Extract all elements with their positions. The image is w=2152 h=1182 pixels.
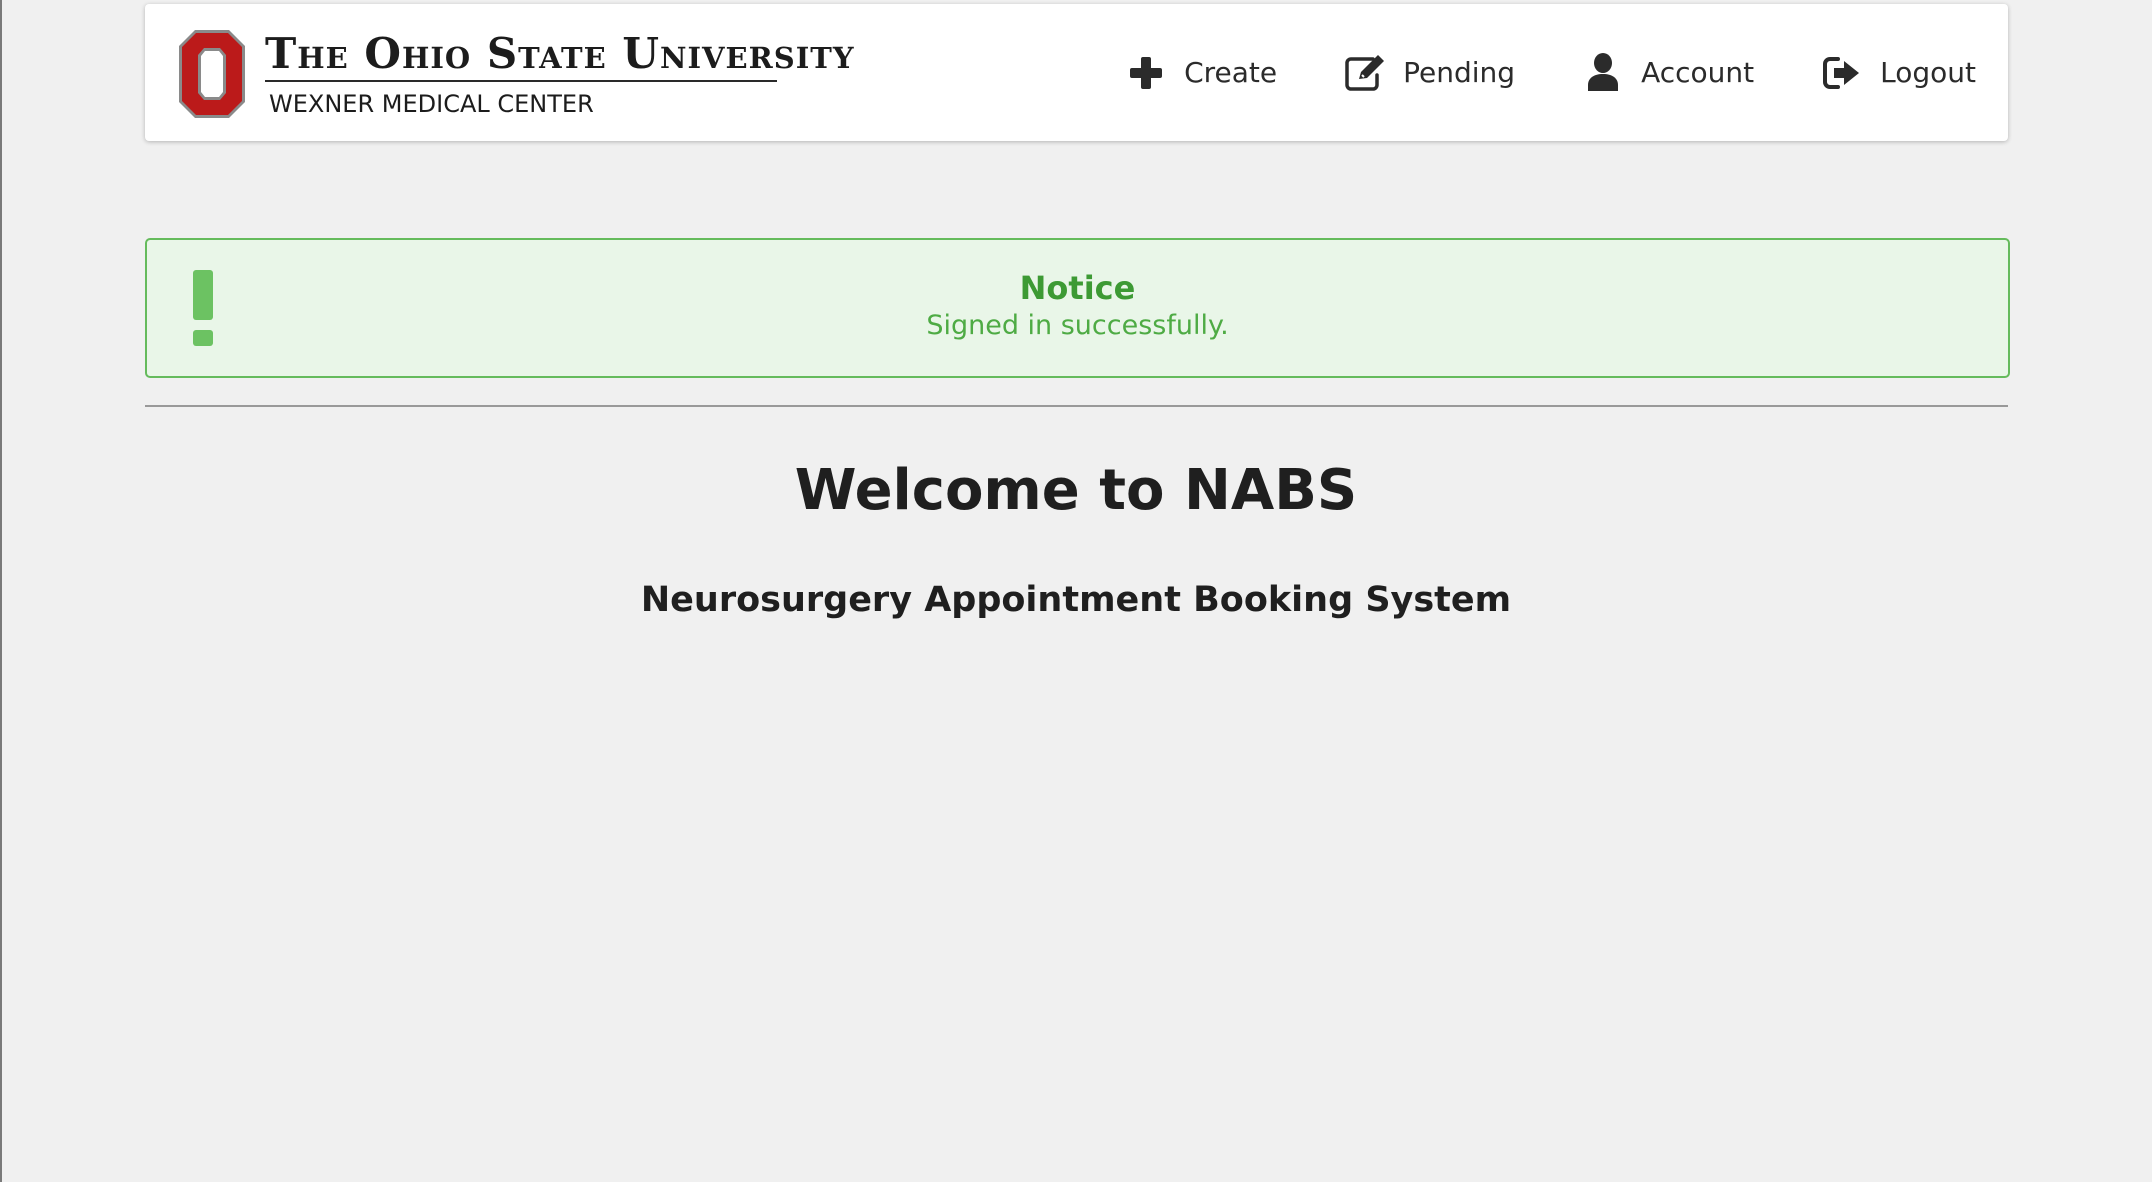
- logout-icon: [1820, 51, 1864, 95]
- nav-account-label: Account: [1641, 56, 1755, 89]
- nav-create[interactable]: Create: [1124, 51, 1277, 95]
- nav-logout-label: Logout: [1880, 56, 1976, 89]
- notice-title: Notice: [1019, 269, 1136, 307]
- divider: [145, 405, 2008, 407]
- nav-create-label: Create: [1184, 56, 1278, 89]
- nav-pending-label: Pending: [1403, 56, 1516, 89]
- edit-icon: [1343, 51, 1387, 95]
- user-icon: [1581, 51, 1625, 95]
- notice-alert: Notice Signed in successfully.: [145, 238, 2010, 378]
- university-logo[interactable]: The Ohio State University WEXNER MEDICAL…: [177, 28, 854, 123]
- main-nav: Create Pending Account Logout: [1058, 4, 1976, 141]
- nav-pending[interactable]: Pending: [1343, 51, 1515, 95]
- notice-message: Signed in successfully.: [926, 310, 1229, 341]
- top-navbar: The Ohio State University WEXNER MEDICAL…: [145, 4, 2008, 141]
- logo-divider: [265, 80, 777, 82]
- page: The Ohio State University WEXNER MEDICAL…: [0, 0, 2152, 1182]
- plus-icon: [1124, 51, 1168, 95]
- page-subtitle: Neurosurgery Appointment Booking System: [640, 580, 1512, 620]
- logo-subtitle: WEXNER MEDICAL CENTER: [269, 90, 594, 118]
- nav-account[interactable]: Account: [1581, 51, 1754, 95]
- page-title: Welcome to NABS: [794, 458, 1358, 523]
- notice-content: Notice Signed in successfully.: [147, 268, 2008, 344]
- logo-title: The Ohio State University: [265, 29, 855, 78]
- block-o-icon: [179, 30, 245, 118]
- nav-logout[interactable]: Logout: [1820, 51, 1976, 95]
